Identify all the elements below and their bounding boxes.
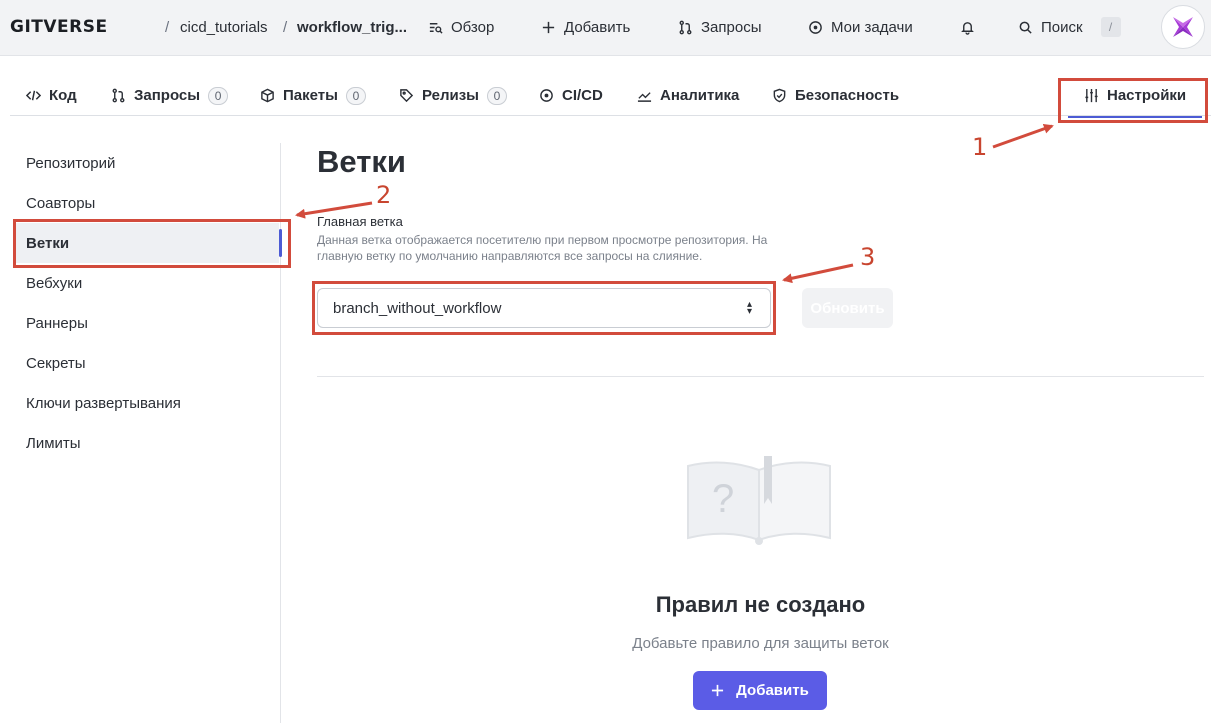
- code-icon: [26, 90, 41, 101]
- cicd-icon: [540, 89, 553, 102]
- breadcrumb-owner-link[interactable]: cicd_tutorials: [180, 0, 268, 54]
- plus-icon: [712, 684, 724, 697]
- settings-sliders-icon: [1085, 88, 1098, 103]
- sidebar-item-webhooks[interactable]: Вебхуки: [14, 263, 279, 303]
- tab-security-label: Безопасность: [795, 87, 900, 104]
- sidebar-item-branches[interactable]: Ветки: [14, 223, 282, 263]
- user-avatar[interactable]: [1161, 5, 1205, 49]
- tab-security[interactable]: Безопасность: [772, 76, 899, 115]
- sidebar-item-secrets[interactable]: Секреты: [14, 343, 279, 383]
- search-icon: [1019, 21, 1032, 34]
- tab-code[interactable]: Код: [26, 76, 77, 115]
- default-branch-select[interactable]: branch_without_workflow ▴ ▾: [317, 288, 771, 328]
- add-rule-button[interactable]: Добавить: [693, 671, 827, 710]
- releases-count-badge: 0: [487, 86, 507, 105]
- tab-cicd-label: CI/CD: [562, 87, 603, 104]
- analytics-icon: [637, 92, 652, 102]
- empty-state-text: Добавьте правило для защиты веток: [632, 635, 889, 652]
- tab-releases[interactable]: Релизы 0: [399, 76, 507, 115]
- packages-count-badge: 0: [345, 86, 366, 105]
- nav-my-tasks[interactable]: Мои задачи: [808, 0, 913, 54]
- nav-requests-label: Запросы: [701, 18, 762, 36]
- nav-overview-label: Обзор: [451, 18, 495, 36]
- search-label: Поиск: [1041, 18, 1083, 36]
- breadcrumb-separator: /: [165, 18, 170, 36]
- tab-analytics[interactable]: Аналитика: [637, 76, 739, 115]
- search-shortcut-badge: /: [1100, 17, 1121, 37]
- svg-text:?: ?: [712, 477, 734, 521]
- pull-request-icon: [112, 88, 125, 103]
- tab-requests-label: Запросы: [134, 87, 201, 104]
- tag-icon: [400, 89, 414, 103]
- arrow-1: [992, 123, 1054, 149]
- nav-overview[interactable]: Обзор: [428, 0, 494, 54]
- tab-packages-label: Пакеты: [283, 87, 338, 104]
- gitverse-logo[interactable]: GITVERSE: [10, 0, 108, 54]
- tab-releases-label: Релизы: [422, 87, 479, 104]
- sidebar-item-deploy-keys[interactable]: Ключи развертывания: [14, 383, 279, 423]
- default-branch-label: Главная ветка: [317, 214, 403, 229]
- top-header: GITVERSE / cicd_tutorials / workflow_tri…: [0, 0, 1211, 56]
- nav-add[interactable]: Добавить: [541, 0, 630, 54]
- default-branch-value: branch_without_workflow: [333, 299, 502, 317]
- tab-analytics-label: Аналитика: [660, 87, 740, 104]
- sidebar-item-collaborators[interactable]: Соавторы: [14, 183, 279, 223]
- select-caret-icon: ▴ ▾: [746, 299, 752, 317]
- tab-settings[interactable]: Настройки: [1067, 76, 1203, 118]
- empty-state-title: Правил не создано: [655, 592, 866, 617]
- tab-requests[interactable]: Запросы 0: [111, 76, 229, 115]
- requests-count-badge: 0: [208, 86, 229, 105]
- overview-icon: [429, 22, 443, 34]
- nav-my-tasks-label: Мои задачи: [831, 18, 913, 36]
- tab-packages[interactable]: Пакеты 0: [260, 76, 366, 115]
- nav-requests[interactable]: Запросы: [678, 0, 762, 54]
- breadcrumb-repo-link[interactable]: workflow_trig...: [297, 0, 407, 54]
- repo-tabs: Код Запросы 0 Пакеты 0 Релизы 0 CI/CD Ан…: [10, 76, 1211, 118]
- sidebar-item-limits[interactable]: Лимиты: [14, 423, 279, 463]
- notifications-button[interactable]: [960, 0, 975, 54]
- arrow-3: [782, 263, 854, 284]
- shield-icon: [773, 88, 786, 103]
- annotation-number-1: 1: [972, 133, 988, 161]
- empty-book-illustration: ?: [687, 456, 831, 545]
- default-branch-help: Данная ветка отображается посетителю при…: [317, 233, 768, 263]
- issue-icon: [809, 20, 822, 34]
- add-rule-button-label: Добавить: [736, 682, 809, 699]
- search-button[interactable]: Поиск /: [1018, 0, 1121, 54]
- sidebar-item-runners[interactable]: Раннеры: [14, 303, 279, 343]
- avatar-logo-icon: [1173, 17, 1193, 37]
- pull-request-icon: [679, 20, 692, 34]
- package-icon: [261, 88, 274, 103]
- settings-sidebar: Репозиторий Соавторы Ветки Вебхуки Ранне…: [10, 143, 282, 723]
- plus-icon: [542, 21, 555, 33]
- annotation-number-3: 3: [860, 243, 876, 271]
- nav-add-label: Добавить: [564, 18, 631, 36]
- annotation-number-2: 2: [376, 181, 392, 209]
- page-title: Ветки: [317, 144, 406, 179]
- bell-icon: [961, 21, 974, 35]
- tab-settings-label: Настройки: [1107, 87, 1187, 104]
- breadcrumb-separator: /: [283, 18, 288, 36]
- tab-code-label: Код: [49, 87, 77, 104]
- sidebar-item-repository[interactable]: Репозиторий: [14, 143, 279, 183]
- update-button[interactable]: Обновить: [802, 288, 893, 328]
- tab-cicd[interactable]: CI/CD: [539, 76, 603, 115]
- section-divider: [317, 376, 1204, 377]
